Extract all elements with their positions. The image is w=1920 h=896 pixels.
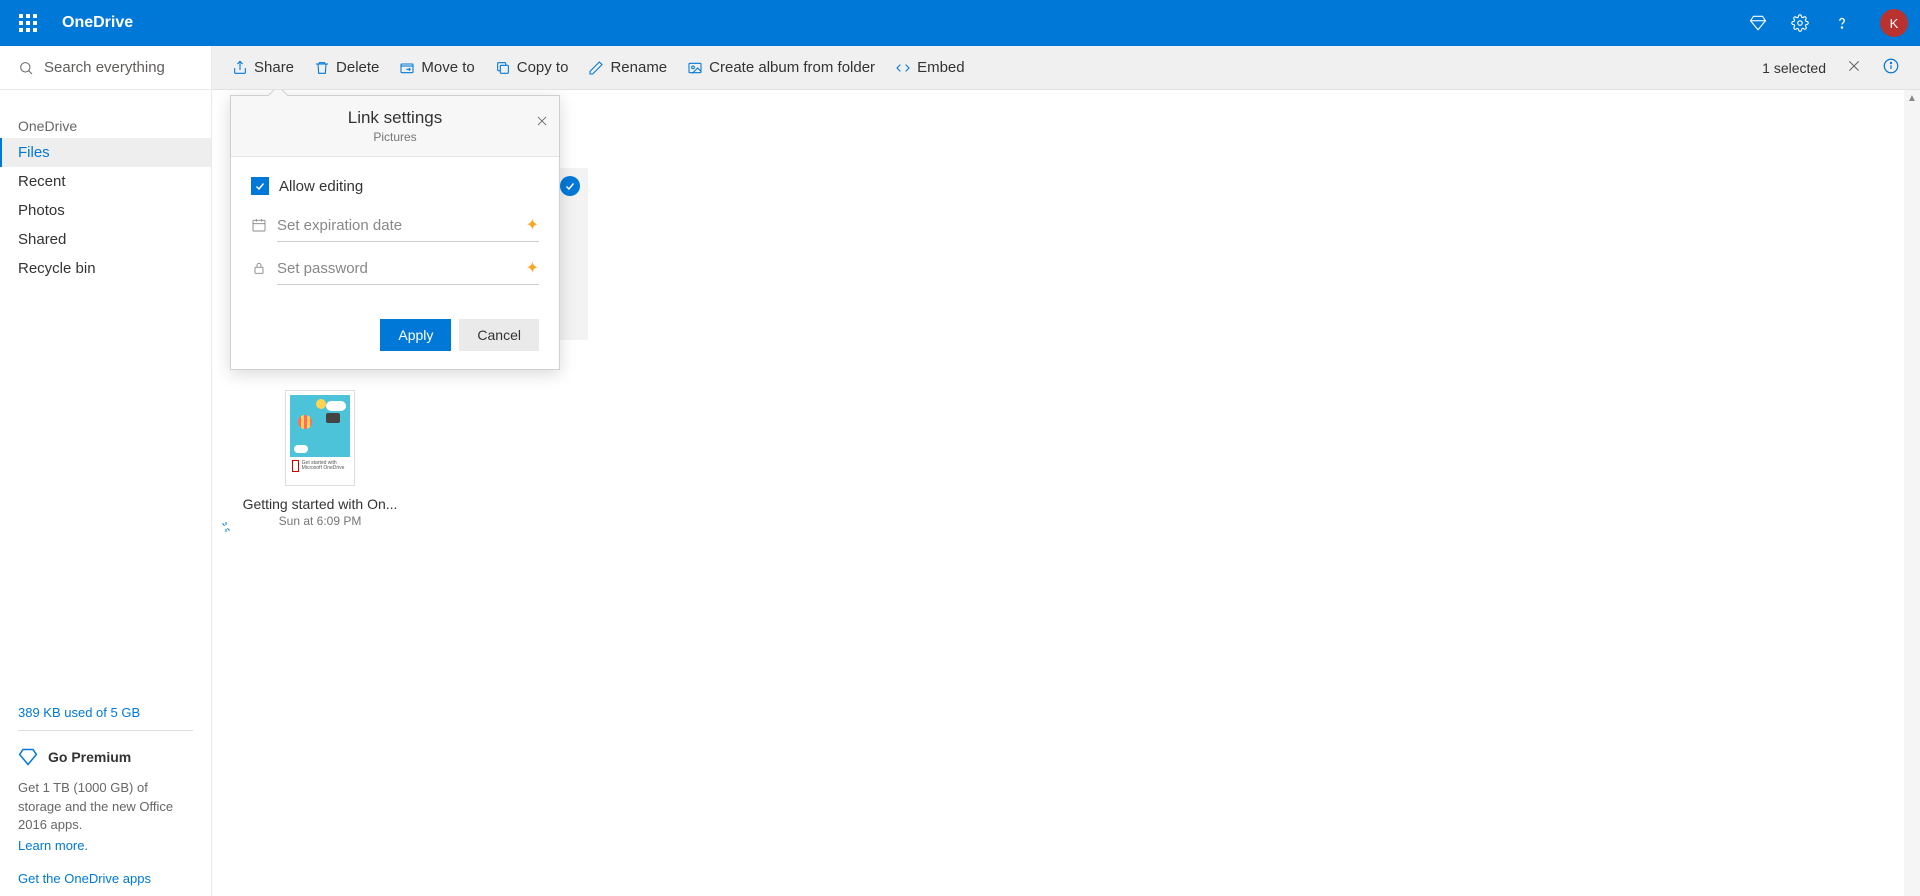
move-to-button[interactable]: Move to: [399, 59, 474, 76]
callout-close-button[interactable]: [535, 114, 549, 133]
apply-button[interactable]: Apply: [380, 319, 451, 351]
nav: OneDrive Files Recent Photos Shared Recy…: [0, 90, 211, 283]
close-icon: [535, 114, 549, 128]
callout-title: Link settings: [247, 108, 543, 128]
file-content-area: Pictures Sun at 6:09 PM: [212, 90, 1920, 896]
premium-title: Go Premium: [48, 749, 131, 765]
user-avatar[interactable]: K: [1880, 9, 1908, 37]
storage-panel: 389 KB used of 5 GB Go Premium Get 1 TB …: [0, 705, 211, 896]
nav-root-label: OneDrive: [0, 114, 211, 138]
get-apps-link[interactable]: Get the OneDrive apps: [18, 871, 193, 886]
app-launcher[interactable]: [12, 7, 44, 39]
clear-selection-button[interactable]: [1846, 58, 1862, 77]
main: Share Delete Move to Copy to Rename Crea…: [212, 46, 1920, 896]
storage-usage-link[interactable]: 389 KB used of 5 GB: [18, 705, 193, 720]
premium-desc: Get 1 TB (1000 GB) of storage and the ne…: [18, 779, 193, 834]
expiration-input[interactable]: [277, 217, 516, 234]
copy-icon: [495, 60, 511, 76]
cancel-button[interactable]: Cancel: [459, 319, 539, 351]
search-box[interactable]: [0, 46, 211, 90]
info-icon: [1882, 57, 1900, 75]
document-thumbnail: Get started with Microsoft OneDrive: [285, 390, 355, 486]
nav-item-recycle-bin[interactable]: Recycle bin: [0, 254, 211, 283]
pencil-icon: [588, 60, 604, 76]
album-icon: [687, 60, 703, 76]
scroll-up-arrow[interactable]: ▲: [1904, 90, 1920, 106]
link-settings-callout: Link settings Pictures Allow editing: [230, 95, 560, 370]
command-bar: Share Delete Move to Copy to Rename Crea…: [212, 46, 1920, 90]
expiration-row[interactable]: ✦: [277, 209, 539, 242]
share-icon: [232, 60, 248, 76]
settings-icon[interactable]: [1788, 11, 1812, 35]
sync-icon: [220, 520, 232, 536]
share-button[interactable]: Share: [232, 59, 294, 76]
header-actions: K: [1746, 9, 1908, 37]
nav-item-photos[interactable]: Photos: [0, 196, 211, 225]
embed-icon: [895, 60, 911, 76]
close-icon: [1846, 58, 1862, 74]
brand-title: OneDrive: [62, 14, 133, 32]
sidebar: OneDrive Files Recent Photos Shared Recy…: [0, 46, 212, 896]
trash-icon: [314, 60, 330, 76]
file-date: Sun at 6:09 PM: [232, 514, 408, 528]
file-tile-document[interactable]: Get started with Microsoft OneDrive Gett…: [232, 390, 408, 528]
check-icon: [254, 180, 266, 192]
password-row[interactable]: ✦: [277, 252, 539, 285]
password-input[interactable]: [277, 260, 516, 277]
learn-more-link[interactable]: Learn more.: [18, 838, 88, 853]
premium-star-icon: ✦: [526, 215, 539, 235]
diamond-icon: [18, 747, 38, 767]
waffle-icon: [19, 14, 37, 32]
vertical-scrollbar[interactable]: ▲: [1904, 90, 1920, 896]
allow-editing-row[interactable]: Allow editing: [251, 177, 539, 195]
nav-item-shared[interactable]: Shared: [0, 225, 211, 254]
pdf-badge-icon: [292, 460, 299, 472]
nav-item-recent[interactable]: Recent: [0, 167, 211, 196]
create-album-button[interactable]: Create album from folder: [687, 59, 875, 76]
help-icon[interactable]: [1830, 11, 1854, 35]
callout-subtitle: Pictures: [247, 130, 543, 144]
search-input[interactable]: [44, 59, 193, 76]
callout-header: Link settings Pictures: [231, 96, 559, 157]
details-pane-toggle[interactable]: [1882, 57, 1900, 78]
calendar-icon: [251, 217, 267, 233]
nav-item-files[interactable]: Files: [0, 138, 211, 167]
premium-icon[interactable]: [1746, 11, 1770, 35]
allow-editing-checkbox[interactable]: [251, 177, 269, 195]
go-premium-row[interactable]: Go Premium: [18, 741, 193, 773]
app-header: OneDrive K: [0, 0, 1920, 46]
move-icon: [399, 60, 415, 76]
delete-button[interactable]: Delete: [314, 59, 379, 76]
premium-star-icon: ✦: [526, 258, 539, 278]
lock-icon: [251, 260, 267, 276]
thumb-caption: Get started with Microsoft OneDrive: [302, 461, 348, 472]
rename-button[interactable]: Rename: [588, 59, 667, 76]
file-name: Getting started with On...: [232, 496, 408, 512]
allow-editing-label: Allow editing: [279, 178, 363, 195]
selected-check-icon: [560, 176, 580, 196]
copy-to-button[interactable]: Copy to: [495, 59, 569, 76]
search-icon: [18, 60, 34, 76]
selection-count: 1 selected: [1762, 60, 1826, 76]
embed-button[interactable]: Embed: [895, 59, 965, 76]
